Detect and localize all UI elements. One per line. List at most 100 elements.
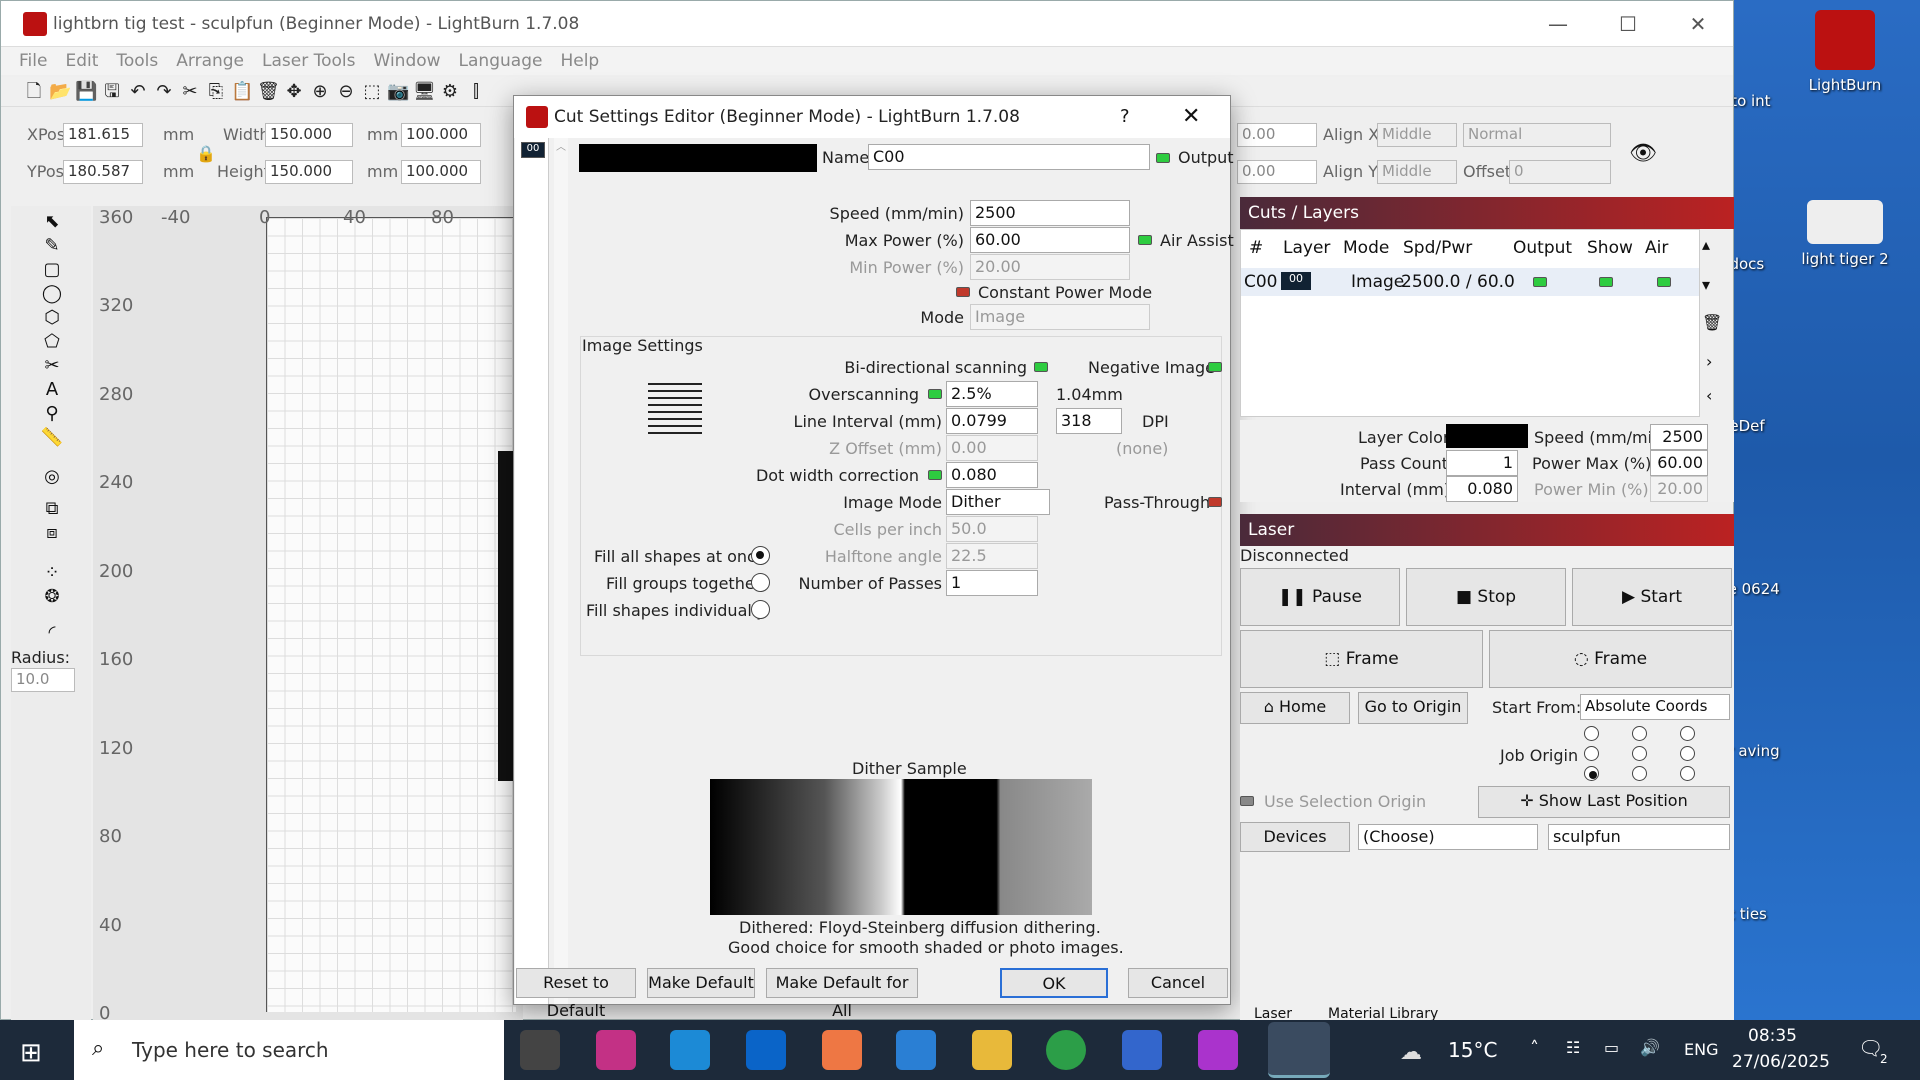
overscan-toggle[interactable] (928, 389, 942, 399)
collapse-left-icon[interactable]: ‹ (1706, 386, 1712, 405)
position-tool-icon[interactable]: ⚲ (39, 403, 65, 425)
file-explorer-icon[interactable] (972, 1030, 1012, 1070)
output-toggle[interactable] (1156, 153, 1170, 163)
power-min-field[interactable]: 20.00 (1650, 476, 1708, 502)
max-power-field[interactable]: 60.00 (970, 227, 1130, 253)
fill-individually-radio[interactable] (751, 600, 770, 619)
minimize-button[interactable]: — (1529, 9, 1587, 39)
paste-icon[interactable]: 📋 (231, 81, 253, 103)
network-icon[interactable]: ☷ (1566, 1038, 1580, 1057)
start-from-select[interactable]: Absolute Coords (1580, 694, 1730, 720)
go-to-origin-button[interactable]: Go to Origin (1358, 692, 1468, 724)
text-mode-select[interactable]: Normal (1463, 123, 1611, 147)
negative-image-toggle[interactable] (1208, 362, 1222, 372)
open-file-icon[interactable]: 📂 (49, 81, 71, 103)
language-indicator[interactable]: ENG (1684, 1040, 1718, 1059)
menu-help[interactable]: Help (560, 51, 599, 71)
rectangle-tool-icon[interactable]: ▢ (39, 259, 65, 281)
cells-per-inch-field[interactable]: 50.0 (946, 516, 1038, 542)
home-button[interactable]: ⌂ Home (1240, 692, 1350, 724)
frame-rect-button[interactable]: ⬚ Frame (1240, 630, 1483, 688)
save-icon[interactable]: 💾 (75, 81, 97, 103)
height-field[interactable]: 150.000 (265, 160, 353, 184)
boolean-tool-icon[interactable]: ⧈ (39, 522, 65, 544)
zoom-in-icon[interactable]: ⊕ (309, 81, 331, 103)
make-default-all-button[interactable]: Make Default for All (766, 968, 918, 1020)
weld-tool-icon[interactable]: ⧉ (39, 498, 65, 520)
lightburn-taskbar-icon[interactable] (1268, 1022, 1330, 1078)
move-icon[interactable]: ✥ (283, 81, 305, 103)
use-selection-toggle[interactable] (1240, 796, 1254, 806)
power-max-field[interactable]: 60.00 (1650, 450, 1708, 476)
monitor-icon[interactable]: 🖥 (413, 81, 436, 103)
menu-window[interactable]: Window (374, 51, 441, 71)
constant-power-toggle[interactable] (956, 287, 970, 297)
windows-start-icon[interactable]: ⊞ (20, 1038, 42, 1068)
taskbar-search-box[interactable]: ⌕ Type here to search (74, 1020, 504, 1080)
dot-width-toggle[interactable] (928, 470, 942, 480)
polygon-tool-icon[interactable]: ⬡ (39, 307, 65, 329)
layer-color-bar[interactable] (579, 144, 817, 172)
layer-color-swatch[interactable] (1446, 424, 1528, 448)
start-button[interactable]: ▶ Start (1572, 568, 1732, 626)
pass-count-field[interactable]: 1 (1446, 450, 1518, 476)
measure-tool-icon[interactable]: 📏 (39, 427, 65, 449)
edit-nodes-icon[interactable]: ⬠ (39, 331, 65, 353)
job-origin-radio[interactable] (1632, 746, 1647, 761)
save-as-icon[interactable]: 🖫 (101, 81, 123, 103)
desktop-icon-light-tiger[interactable]: light tiger 2 (1790, 200, 1900, 268)
right-field-1[interactable]: 0.00 (1237, 123, 1317, 147)
xpos-field[interactable]: 181.615 (63, 123, 143, 147)
table-row[interactable]: C00 00 Image 2500.0 / 60.0 (1241, 268, 1699, 296)
cancel-button[interactable]: Cancel (1128, 968, 1228, 998)
line-interval-field[interactable]: 0.0799 (946, 408, 1038, 434)
trash-icon[interactable]: 🗑 (1702, 313, 1722, 332)
circular-array-icon[interactable]: ❂ (39, 586, 65, 608)
min-power-field[interactable]: 20.00 (970, 254, 1130, 280)
close-button[interactable]: ✕ (1669, 9, 1727, 39)
pen-tool-icon[interactable]: ✎ (39, 235, 65, 257)
menu-laser-tools[interactable]: Laser Tools (262, 51, 355, 71)
image-mode-select[interactable]: Dither (946, 489, 1050, 515)
undo-icon[interactable]: ↶ (127, 81, 149, 103)
scale-width-field[interactable]: 100.000 (401, 123, 481, 147)
bidirectional-toggle[interactable] (1034, 362, 1048, 372)
eye-icon[interactable]: 👁 (1629, 141, 1657, 166)
help-button[interactable]: ? (1120, 106, 1130, 127)
interval-field[interactable]: 0.080 (1446, 476, 1518, 502)
job-origin-radio[interactable] (1632, 766, 1647, 781)
zoom-out-icon[interactable]: ⊖ (335, 81, 357, 103)
settings-icon[interactable]: ⚙ (439, 81, 461, 103)
new-file-icon[interactable]: 🗋 (23, 81, 45, 103)
width-field[interactable]: 150.000 (265, 123, 353, 147)
layer-list-scrollbar[interactable]: ︿ (554, 138, 568, 1004)
align-icon[interactable]: ⫿ (465, 81, 487, 103)
fill-all-radio[interactable] (751, 546, 770, 565)
quick-speed-field[interactable]: 2500 (1650, 424, 1708, 450)
reset-default-button[interactable]: Reset to Default (516, 968, 636, 1020)
row-output-toggle[interactable] (1533, 277, 1547, 287)
copy-icon[interactable]: ⎘ (205, 81, 227, 103)
desktop-icon-lightburn[interactable]: LightBurn (1790, 10, 1900, 94)
overscan-field[interactable]: 2.5% (946, 381, 1038, 407)
row-show-toggle[interactable] (1599, 277, 1613, 287)
maximize-button[interactable]: ☐ (1599, 9, 1657, 39)
job-origin-radio[interactable] (1632, 726, 1647, 741)
move-up-icon[interactable]: ▴ (1702, 235, 1710, 254)
frame-rubberband-button[interactable]: ◌ Frame (1489, 630, 1732, 688)
scale-height-field[interactable]: 100.000 (401, 160, 481, 184)
make-default-button[interactable]: Make Default (647, 968, 755, 998)
grid-array-icon[interactable]: ⁘ (39, 562, 65, 584)
show-last-position-button[interactable]: ✛ Show Last Position (1478, 786, 1730, 818)
store-icon[interactable] (822, 1030, 862, 1070)
tray-chevron-icon[interactable]: ˄ (1530, 1038, 1539, 1059)
stop-button[interactable]: ■ Stop (1406, 568, 1566, 626)
dialog-close-button[interactable]: ✕ (1182, 104, 1200, 129)
redo-icon[interactable]: ↷ (153, 81, 175, 103)
chrome-icon[interactable] (1046, 1030, 1086, 1070)
passes-field[interactable]: 1 (946, 570, 1038, 596)
select-tool-icon[interactable]: ⬉ (39, 211, 65, 233)
job-origin-radio[interactable] (1680, 726, 1695, 741)
outlook-icon[interactable] (746, 1030, 786, 1070)
copilot-icon[interactable] (596, 1030, 636, 1070)
